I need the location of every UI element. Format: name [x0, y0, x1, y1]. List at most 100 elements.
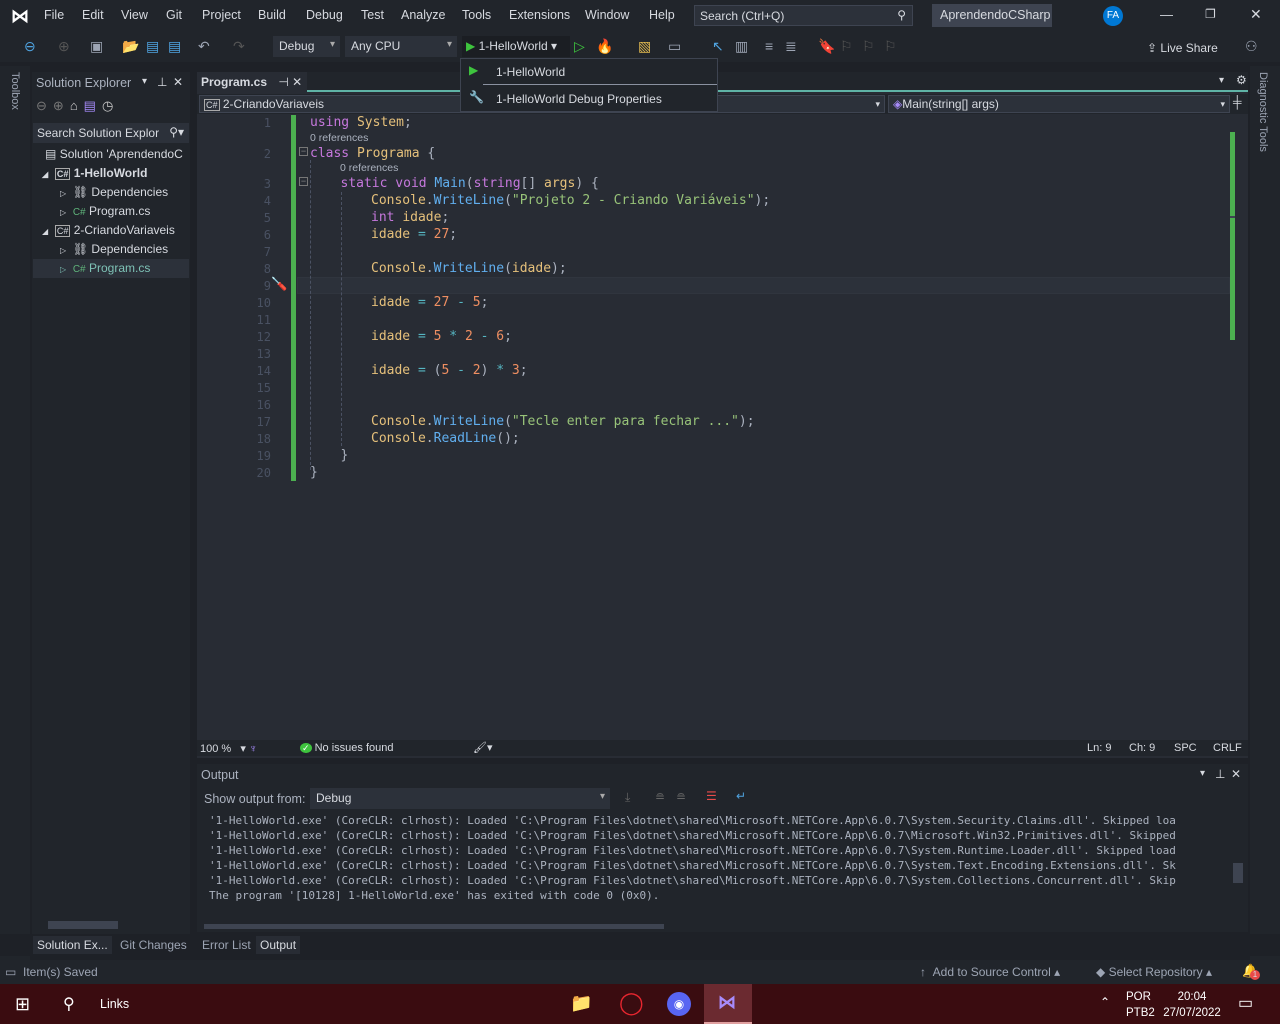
add-to-source-control-button[interactable]: ↑ Add to Source Control ▴ [920, 965, 1060, 979]
links-toolbar[interactable]: Links [100, 997, 129, 1011]
tab-list-dropdown-icon[interactable]: ▾ [1219, 75, 1224, 86]
output-source-select[interactable]: Debug [310, 788, 610, 809]
file-explorer-icon[interactable]: 📁 [570, 993, 592, 1014]
tree-item-solution[interactable]: ▤ Solution 'AprendendoC [45, 145, 183, 164]
diagnostic-tools-tab[interactable]: Diagnostic Tools [1257, 72, 1269, 152]
tree-item-dependencies[interactable]: ▷ ⛓ Dependencies [60, 240, 168, 259]
split-icon[interactable]: ╪ [1233, 95, 1242, 109]
menu-file[interactable]: File [44, 8, 64, 22]
clear-bookmarks-icon[interactable]: ⚐ [884, 38, 897, 55]
code-line[interactable]: Console.WriteLine("Tecle enter para fech… [371, 413, 755, 430]
open-folder-icon[interactable]: 📂 [122, 38, 139, 55]
code-cleanup-icon[interactable]: 🖌▾ [473, 741, 493, 754]
collapsed-icon[interactable]: ▷ [60, 265, 66, 274]
action-center-icon[interactable]: ▭ [1238, 993, 1253, 1013]
indentation-mode[interactable]: SPC [1174, 742, 1197, 754]
code-line[interactable]: } [341, 447, 349, 464]
dropdown-item-debug-properties[interactable]: 🔧 1-HelloWorld Debug Properties [469, 90, 717, 110]
pending-changes-icon[interactable]: ◷ [102, 98, 119, 113]
next-message-icon[interactable]: ≘ [676, 790, 686, 804]
code-line[interactable]: idade = 27; [371, 226, 457, 243]
search-icon[interactable]: ⚲ [63, 994, 75, 1014]
clear-all-icon[interactable]: ☰ [706, 789, 717, 803]
horizontal-scrollbar[interactable] [48, 921, 118, 929]
code-line[interactable]: idade = (5 - 2) * 3; [371, 362, 528, 379]
forward-icon[interactable]: ⊕ [58, 38, 70, 55]
window-layout-icon[interactable]: ▭ [668, 38, 681, 55]
close-icon[interactable]: ✕ [292, 75, 302, 89]
dropdown-icon[interactable]: ▾ [1200, 768, 1205, 779]
code-line[interactable]: int idade; [371, 209, 449, 226]
issues-indicator[interactable]: ✓ No issues found [300, 742, 394, 754]
tree-item-dependencies[interactable]: ▷ ⛓ Dependencies [60, 183, 168, 202]
tab-program-cs[interactable]: Program.cs ⊣ ✕ [197, 72, 307, 92]
menu-analyze[interactable]: Analyze [401, 8, 445, 22]
code-line[interactable]: using System; [310, 114, 412, 131]
code-line[interactable]: static void Main(string[] args) { [341, 175, 599, 192]
clock[interactable]: 20:04 27/07/2022 [1162, 989, 1222, 1021]
code-line[interactable]: idade = 27 - 5; [371, 294, 488, 311]
tab-solution-explorer[interactable]: Solution Ex... [33, 936, 112, 954]
pin-icon[interactable]: ⊣ [278, 75, 288, 89]
redo-icon[interactable]: ↷ [233, 38, 245, 55]
code-line[interactable]: } [310, 464, 318, 481]
code-line[interactable]: Console.ReadLine(); [371, 430, 520, 447]
restore-button[interactable]: ❐ [1205, 7, 1216, 21]
zoom-select[interactable]: 100 % ▾ ♆ [200, 742, 257, 755]
tab-error-list[interactable]: Error List [198, 936, 255, 954]
pin-icon[interactable]: ⊥ [1215, 767, 1225, 781]
menu-help[interactable]: Help [649, 8, 675, 22]
undo-icon[interactable]: ↶ [198, 38, 210, 55]
close-icon[interactable]: ✕ [173, 75, 183, 89]
input-language[interactable]: POR PTB2 [1126, 989, 1155, 1021]
code-line[interactable]: Console.WriteLine(idade); [371, 260, 567, 277]
configuration-select[interactable]: Debug [273, 36, 340, 57]
discord-icon[interactable]: ◉ [667, 992, 691, 1016]
windows-start-icon[interactable]: ⊞ [15, 994, 30, 1015]
goto-location-icon[interactable]: ⤓ [625, 790, 630, 805]
back-icon[interactable]: ⊖ [36, 98, 53, 113]
feedback-icon[interactable]: ⚇ [1245, 38, 1258, 55]
visual-studio-taskbar-button[interactable]: ⋈ [704, 984, 752, 1024]
output-scrollbar[interactable] [1233, 863, 1243, 883]
menu-project[interactable]: Project [202, 8, 241, 22]
solution-view-icon[interactable]: ▥ [735, 38, 748, 55]
code-line[interactable]: idade = 5 * 2 - 6; [371, 328, 512, 345]
code-line[interactable]: class Programa { [310, 145, 435, 162]
tree-item-helloworld[interactable]: ◢ C# 1-HelloWorld [42, 164, 147, 183]
expanded-icon[interactable]: ◢ [42, 227, 48, 236]
start-debug-button[interactable]: ▶ 1-HelloWorld ▾ [462, 36, 570, 57]
platform-select[interactable]: Any CPU [345, 36, 457, 57]
menu-window[interactable]: Window [585, 8, 629, 22]
code-line[interactable]: Console.WriteLine("Projeto 2 - Criando V… [371, 192, 770, 209]
save-all-icon[interactable]: ▤ [168, 38, 181, 55]
live-share-button[interactable]: ⇪ Live Share [1147, 41, 1218, 55]
home-icon[interactable]: ⌂ [70, 98, 84, 113]
avatar[interactable]: FA [1103, 6, 1123, 26]
opera-icon[interactable]: ◯ [619, 990, 644, 1016]
collapsed-icon[interactable]: ▷ [60, 246, 66, 255]
menu-view[interactable]: View [121, 8, 148, 22]
settings-icon[interactable]: ⚙ [1236, 73, 1247, 87]
word-wrap-icon[interactable]: ↵ [736, 789, 746, 803]
cursor-icon[interactable]: ↖ [712, 38, 724, 55]
new-project-icon[interactable]: ▣ [90, 38, 103, 55]
save-icon[interactable]: ▤ [146, 38, 159, 55]
collapse-icon[interactable]: − [299, 177, 308, 186]
prev-bookmark-icon[interactable]: ⚐ [840, 38, 853, 55]
expanded-icon[interactable]: ◢ [42, 170, 48, 179]
member-nav-select[interactable]: ◈Main(string[] args) ▾ [888, 95, 1230, 113]
codelens-references[interactable]: 0 references [340, 162, 398, 174]
notifications-button[interactable]: 🔔 1 [1242, 963, 1260, 980]
tree-item-program-cs[interactable]: ▷ C# Program.cs [60, 202, 150, 221]
collapse-icon[interactable]: − [299, 147, 308, 156]
menu-test[interactable]: Test [361, 8, 384, 22]
select-repository-button[interactable]: ◆ Select Repository ▴ [1096, 965, 1212, 979]
close-icon[interactable]: ✕ [1231, 767, 1241, 781]
tree-item-criandovariaveis[interactable]: ◢ C# 2-CriandoVariaveis [42, 221, 175, 240]
toolbox-tab[interactable]: Toolbox [9, 72, 21, 110]
tree-item-program-cs-selected[interactable]: ▷ C# Program.cs [33, 259, 189, 278]
uncomment-icon[interactable]: ≣ [785, 38, 797, 55]
comment-icon[interactable]: ≡ [765, 38, 773, 54]
switch-views-icon[interactable]: ▤ [84, 98, 102, 113]
